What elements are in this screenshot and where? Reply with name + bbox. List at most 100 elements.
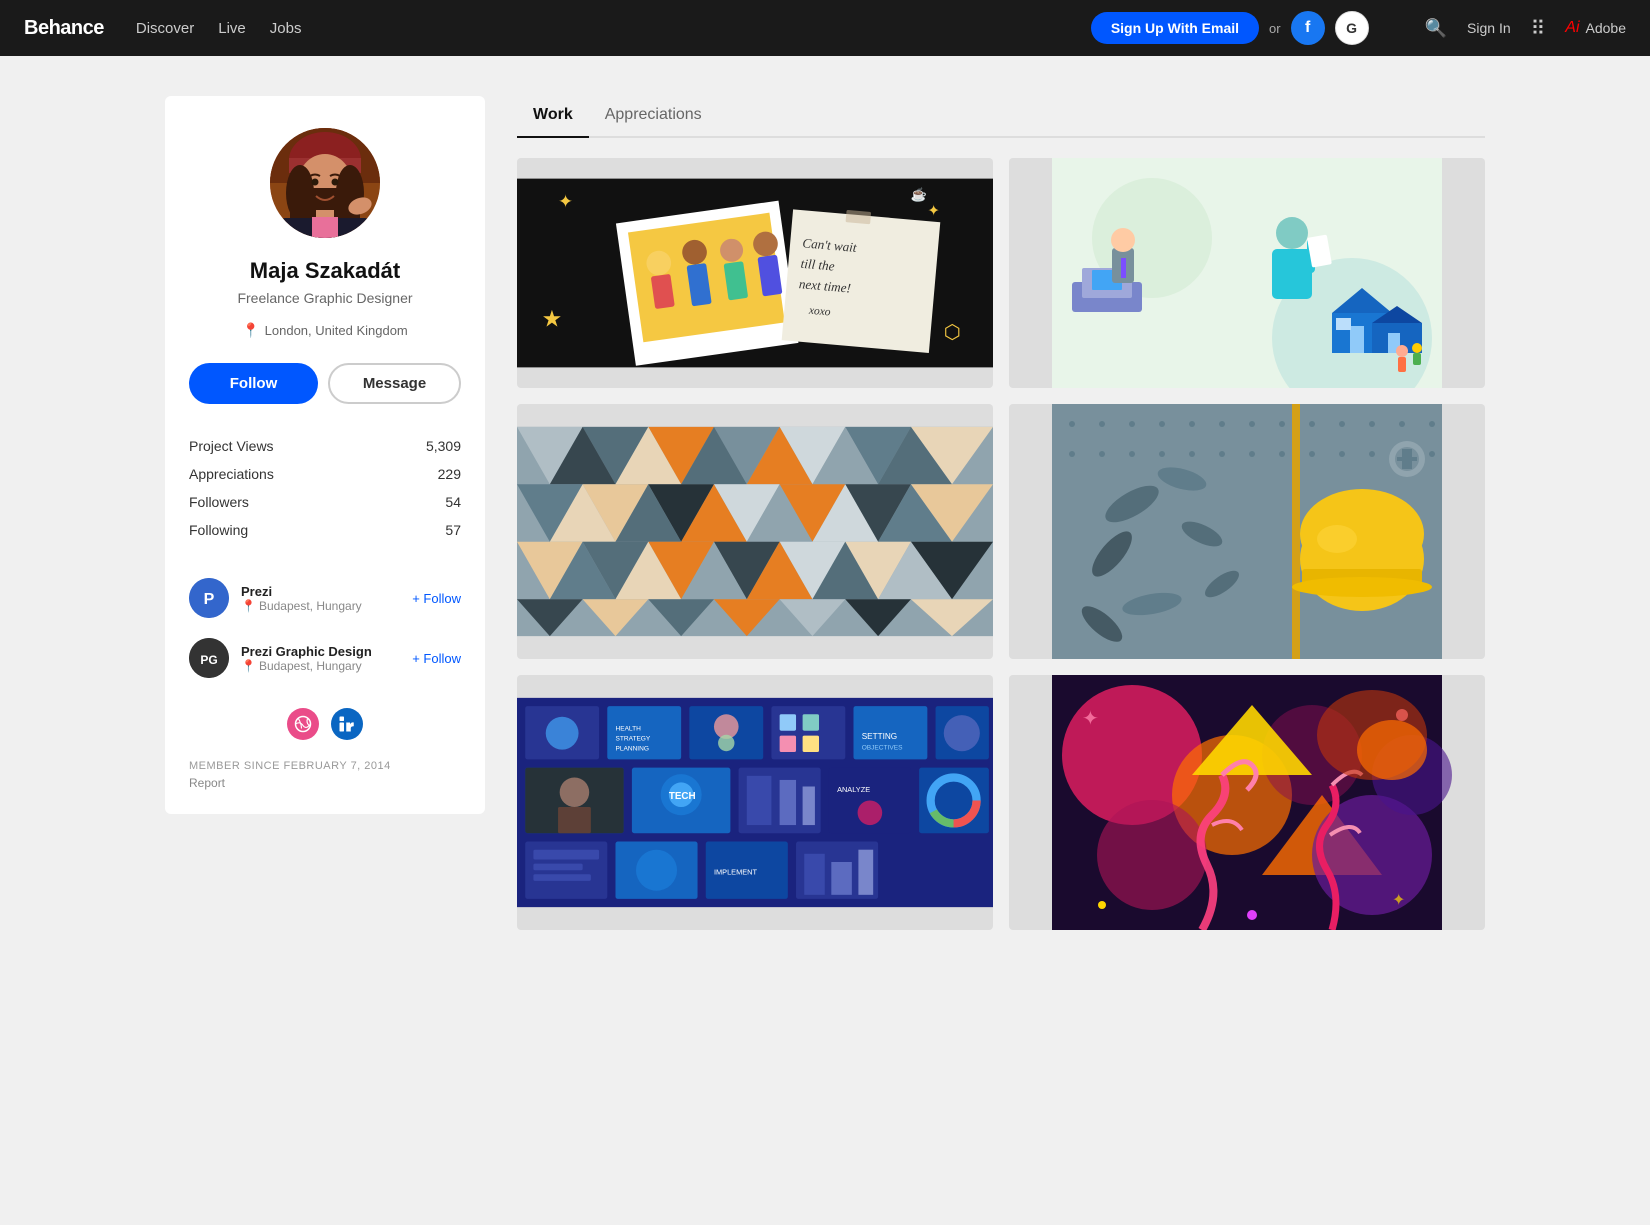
svg-text:xoxo: xoxo	[807, 305, 831, 319]
project-thumb-5: HEALTH STRATEGY PLANNING SETTING	[517, 675, 993, 930]
nav-discover[interactable]: Discover	[136, 20, 194, 37]
behance-logo[interactable]: Behance	[24, 17, 104, 40]
facebook-login-button[interactable]: f	[1291, 11, 1325, 45]
stat-value-followers: 54	[445, 494, 461, 510]
prezi-location: 📍 Budapest, Hungary	[241, 599, 400, 613]
nav-jobs[interactable]: Jobs	[270, 20, 302, 37]
stat-label-followers: Followers	[189, 494, 249, 510]
following-item-prezi-gd: PG Prezi Graphic Design 📍 Budapest, Hung…	[189, 628, 461, 688]
svg-text:PLANNING: PLANNING	[615, 745, 648, 752]
content-area: Work Appreciations ✦ ✦ ★ ⬡ ☕	[517, 96, 1485, 930]
adobe-label: Adobe	[1586, 20, 1626, 36]
project-card-1[interactable]: ✦ ✦ ★ ⬡ ☕	[517, 158, 993, 388]
stat-label-project-views: Project Views	[189, 438, 274, 454]
svg-text:till the: till the	[800, 256, 835, 274]
avatar-image	[270, 128, 380, 238]
project-thumb-3	[517, 404, 993, 659]
avatar	[270, 128, 380, 238]
social-links	[287, 708, 363, 740]
svg-text:STRATEGY: STRATEGY	[615, 736, 650, 743]
or-label: or	[1269, 21, 1281, 36]
stat-project-views: Project Views 5,309	[189, 432, 461, 460]
prezi-avatar: P	[189, 578, 229, 618]
svg-text:✦: ✦	[1082, 708, 1099, 730]
profile-card: Maja Szakadát Freelance Graphic Designer…	[165, 96, 485, 814]
prezi-gd-location: 📍 Budapest, Hungary	[241, 659, 400, 673]
project-card-4[interactable]	[1009, 404, 1485, 659]
member-info: MEMBER SINCE FEBRUARY 7, 2014 Report	[189, 760, 461, 790]
svg-text:✦: ✦	[558, 191, 573, 211]
project-card-6[interactable]: ✦ ✦	[1009, 675, 1485, 930]
linkedin-svg	[338, 715, 356, 733]
prezi-name[interactable]: Prezi	[241, 584, 400, 599]
stat-value-project-views: 5,309	[426, 438, 461, 454]
projects-grid: ✦ ✦ ★ ⬡ ☕	[517, 158, 1485, 930]
prezi-gd-avatar-image: PG	[189, 638, 229, 678]
stat-value-following: 57	[445, 522, 461, 538]
following-section: P Prezi 📍 Budapest, Hungary + Follow	[189, 568, 461, 688]
svg-text:HEALTH: HEALTH	[615, 726, 641, 733]
nav-live[interactable]: Live	[218, 20, 246, 37]
prezi-gd-name[interactable]: Prezi Graphic Design	[241, 644, 400, 659]
project-card-3[interactable]	[517, 404, 993, 659]
project-thumb-2	[1009, 158, 1485, 388]
svg-text:IMPLEMENT: IMPLEMENT	[714, 867, 758, 876]
stat-label-following: Following	[189, 522, 248, 538]
profile-name: Maja Szakadát	[250, 258, 400, 284]
profile-actions: Follow Message	[189, 363, 461, 404]
following-item-prezi: P Prezi 📍 Budapest, Hungary + Follow	[189, 568, 461, 628]
search-icon[interactable]: 🔍	[1425, 18, 1447, 39]
stat-label-appreciations: Appreciations	[189, 466, 274, 482]
svg-text:☕: ☕	[911, 186, 927, 202]
prezi-location-pin: 📍	[241, 599, 256, 613]
stat-followers: Followers 54	[189, 488, 461, 516]
svg-text:TECH: TECH	[669, 791, 696, 802]
stat-following: Following 57	[189, 516, 461, 544]
linkedin-icon[interactable]	[331, 708, 363, 740]
svg-text:★: ★	[542, 305, 563, 331]
content-tabs: Work Appreciations	[517, 96, 1485, 138]
apps-grid-icon[interactable]: ⠿	[1531, 16, 1546, 41]
signin-link[interactable]: Sign In	[1467, 20, 1511, 36]
svg-text:P: P	[204, 591, 215, 608]
svg-text:⬡: ⬡	[944, 322, 961, 344]
dribbble-svg	[294, 715, 312, 733]
dribbble-icon[interactable]	[287, 708, 319, 740]
profile-location: 📍 London, United Kingdom	[242, 322, 408, 339]
profile-title: Freelance Graphic Designer	[237, 290, 412, 306]
svg-text:SETTING: SETTING	[862, 732, 897, 741]
svg-text:PG: PG	[200, 653, 217, 667]
message-button[interactable]: Message	[328, 363, 461, 404]
project-card-2[interactable]	[1009, 158, 1485, 388]
prezi-avatar-image: P	[189, 578, 229, 618]
signup-button[interactable]: Sign Up With Email	[1091, 12, 1259, 44]
member-since-text: MEMBER SINCE FEBRUARY 7, 2014	[189, 760, 461, 772]
prezi-follow-button[interactable]: + Follow	[412, 591, 461, 606]
svg-text:OBJECTIVES: OBJECTIVES	[862, 745, 903, 752]
project-thumb-6: ✦ ✦	[1009, 675, 1485, 930]
svg-text:ANALYZE: ANALYZE	[837, 785, 870, 794]
stat-appreciations: Appreciations 229	[189, 460, 461, 488]
tab-work[interactable]: Work	[517, 96, 589, 138]
project-thumb-4	[1009, 404, 1485, 659]
adobe-icon: Ai	[1565, 19, 1579, 37]
prezi-gd-follow-button[interactable]: + Follow	[412, 651, 461, 666]
prezi-gd-avatar: PG	[189, 638, 229, 678]
tab-appreciations[interactable]: Appreciations	[589, 96, 718, 138]
stats-section: Project Views 5,309 Appreciations 229 Fo…	[189, 432, 461, 544]
navbar: Behance Discover Live Jobs Sign Up With …	[0, 0, 1650, 56]
svg-text:✦: ✦	[927, 204, 939, 220]
prezi-gd-info: Prezi Graphic Design 📍 Budapest, Hungary	[241, 644, 400, 673]
navbar-auth: Sign Up With Email or f G	[1091, 11, 1369, 45]
location-text: London, United Kingdom	[265, 323, 408, 338]
prezi-info: Prezi 📍 Budapest, Hungary	[241, 584, 400, 613]
report-link[interactable]: Report	[189, 776, 461, 790]
nav-links: Discover Live Jobs	[136, 20, 302, 37]
project-thumb-1: ✦ ✦ ★ ⬡ ☕	[517, 158, 993, 388]
main-container: Maja Szakadát Freelance Graphic Designer…	[125, 56, 1525, 970]
google-login-button[interactable]: G	[1335, 11, 1369, 45]
adobe-logo: Ai Adobe	[1565, 19, 1626, 37]
prezi-gd-location-pin: 📍	[241, 659, 256, 673]
project-card-5[interactable]: HEALTH STRATEGY PLANNING SETTING	[517, 675, 993, 930]
follow-button[interactable]: Follow	[189, 363, 318, 404]
